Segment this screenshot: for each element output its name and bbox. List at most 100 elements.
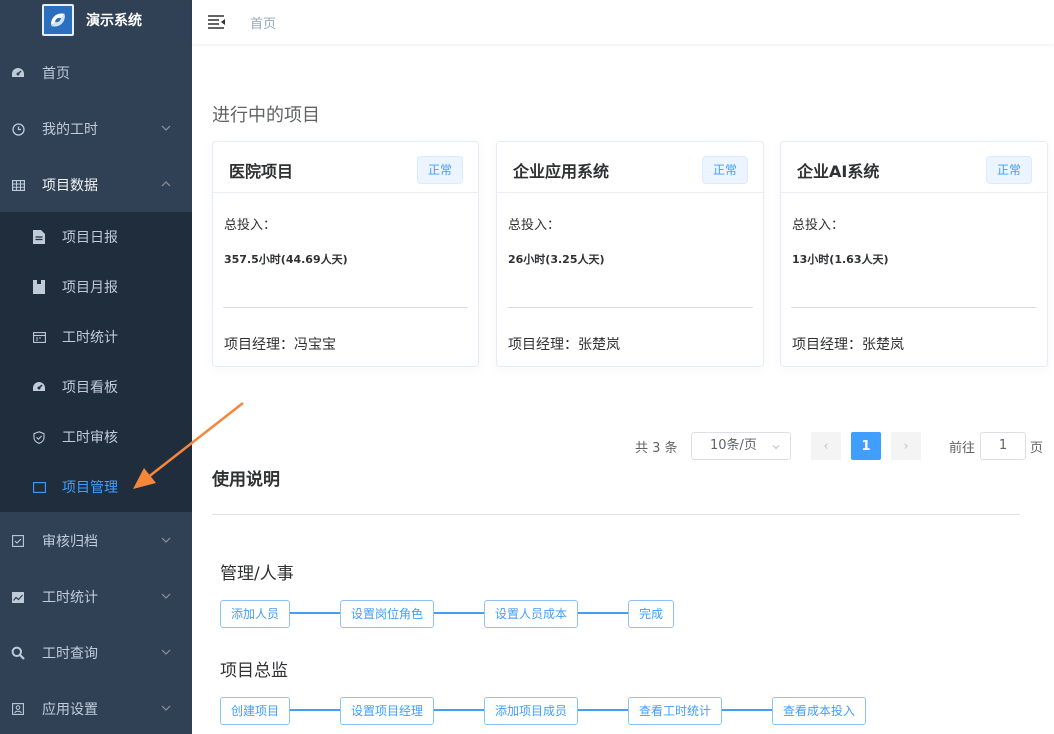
flow-step[interactable]: 设置项目经理 (340, 697, 435, 725)
project-manager: 项目经理：冯宝宝 (224, 337, 336, 353)
sidebar-subitem-label: 项目管理 (62, 480, 118, 496)
chevron-down-icon (161, 649, 171, 655)
project-name: 医院项目 (229, 162, 294, 181)
sidebar-subitem-label: 工时统计 (62, 330, 118, 346)
sidebar-item-label: 首页 (42, 66, 70, 82)
total-value: 26小时(3.25人天) (508, 253, 605, 266)
project-name: 企业AI系统 (797, 162, 880, 181)
monitor-icon (31, 481, 47, 493)
sidebar-item-label: 我的工时 (42, 122, 98, 138)
calendar-icon (31, 331, 47, 343)
logo-icon (42, 4, 74, 36)
search-icon (11, 646, 25, 660)
project-card[interactable]: 企业应用系统 正常 总投入： 26小时(3.25人天) 项目经理：张楚岚 (496, 141, 764, 367)
sidebar-subitem-label: 项目日报 (62, 230, 118, 246)
flow-title: 项目总监 (220, 661, 288, 681)
project-manager: 项目经理：张楚岚 (792, 337, 904, 353)
sidebar-item-label: 审核归档 (42, 534, 98, 550)
breadcrumb: 首页 (250, 16, 277, 32)
flow-connector (433, 612, 485, 614)
section-title: 进行中的项目 (212, 105, 320, 126)
next-page-button[interactable]: › (891, 432, 921, 460)
settings-icon (11, 703, 25, 715)
checkbox-icon (11, 535, 25, 547)
status-badge: 正常 (985, 156, 1032, 184)
sidebar-item-app-settings[interactable]: 应用设置 (0, 681, 192, 734)
jump-page-input[interactable]: 1 (980, 432, 1026, 460)
sidebar-item-label: 工时查询 (42, 646, 98, 662)
sidebar-item-project-data[interactable]: 项目数据 (0, 157, 192, 213)
total-label: 总投入： (792, 218, 845, 233)
flow-connector (289, 612, 341, 614)
flow-step[interactable]: 设置人员成本 (484, 600, 579, 628)
project-manager: 项目经理：张楚岚 (508, 337, 620, 353)
sidebar-item-my-hours[interactable]: 我的工时 (0, 101, 192, 157)
flow-title: 管理/人事 (220, 564, 294, 584)
page-size-select[interactable]: 10条/页 (691, 432, 791, 460)
sidebar-item-hours-statistics[interactable]: 工时统计 (0, 569, 192, 625)
image-chart-icon (11, 591, 25, 603)
flow-step[interactable]: 添加项目成员 (484, 697, 579, 725)
sidebar: 演示系统 首页 我的工时 项目数据 项目日报 项目月报 工时统计 项目看板 工时… (0, 0, 192, 734)
jump-prefix: 前往 (949, 441, 976, 456)
divider (212, 514, 1020, 515)
sidebar-subitem-label: 项目看板 (62, 380, 118, 396)
card-header: 医院项目 正常 (213, 142, 478, 193)
prev-page-button[interactable]: ‹ (811, 432, 841, 460)
flow-step[interactable]: 设置岗位角色 (340, 600, 435, 628)
chevron-down-icon (161, 125, 171, 131)
table-icon (11, 179, 25, 191)
chevron-up-icon (161, 181, 171, 187)
flow-step[interactable]: 创建项目 (220, 697, 291, 725)
document-icon (31, 230, 47, 244)
project-card[interactable]: 医院项目 正常 总投入： 357.5小时(44.69人天) 项目经理：冯宝宝 (212, 141, 479, 367)
project-name: 企业应用系统 (513, 162, 610, 181)
sidebar-item-label: 应用设置 (42, 702, 98, 718)
total-value: 357.5小时(44.69人天) (224, 253, 348, 266)
sidebar-subitem-daily-report[interactable]: 项目日报 (0, 212, 192, 262)
shield-icon (31, 430, 47, 444)
flow-connector (289, 709, 341, 711)
sidebar-subitem-monthly-report[interactable]: 项目月报 (0, 262, 192, 312)
status-badge: 正常 (701, 156, 748, 184)
sidebar-item-label: 项目数据 (42, 178, 98, 194)
divider (223, 307, 468, 308)
flow-connector (577, 612, 629, 614)
jump-suffix: 页 (1030, 441, 1044, 456)
flow-connector (721, 709, 773, 711)
sidebar-subitem-label: 项目月报 (62, 280, 118, 296)
flow-connector (577, 709, 629, 711)
project-card[interactable]: 企业AI系统 正常 总投入： 13小时(1.63人天) 项目经理：张楚岚 (780, 141, 1048, 367)
sidebar-item-review-archive[interactable]: 审核归档 (0, 513, 192, 569)
logo: 演示系统 (0, 0, 192, 40)
annotation-arrow-icon (133, 402, 244, 489)
clipboard-icon (31, 280, 47, 294)
card-header: 企业AI系统 正常 (781, 142, 1047, 193)
chevron-down-icon (772, 445, 780, 450)
page-number-button[interactable]: 1 (851, 432, 881, 460)
flow-step[interactable]: 查看工时统计 (628, 697, 723, 725)
flow-step[interactable]: 查看成本投入 (772, 697, 867, 725)
sidebar-toggle-icon[interactable] (208, 14, 226, 30)
sidebar-subitem-label: 工时审核 (62, 430, 118, 446)
navbar: 首页 (192, 0, 1054, 44)
flow-step[interactable]: 完成 (628, 600, 675, 628)
dashboard-icon (11, 67, 25, 79)
flow-connector (433, 709, 485, 711)
pagination-total: 共 3 条 (635, 441, 678, 456)
status-badge: 正常 (416, 156, 463, 184)
chevron-down-icon (161, 537, 171, 543)
page-size-value: 10条/页 (710, 438, 757, 453)
clock-icon (11, 122, 25, 136)
chevron-down-icon (161, 705, 171, 711)
sidebar-subitem-hours-stats[interactable]: 工时统计 (0, 312, 192, 362)
total-label: 总投入： (508, 218, 561, 233)
card-header: 企业应用系统 正常 (497, 142, 763, 193)
dashboard-icon (31, 381, 47, 393)
flow-step[interactable]: 添加人员 (220, 600, 291, 628)
sidebar-item-home[interactable]: 首页 (0, 45, 192, 101)
sidebar-item-label: 工时统计 (42, 590, 98, 606)
total-label: 总投入： (224, 218, 277, 233)
app-title: 演示系统 (86, 13, 142, 29)
sidebar-item-hours-query[interactable]: 工时查询 (0, 625, 192, 681)
